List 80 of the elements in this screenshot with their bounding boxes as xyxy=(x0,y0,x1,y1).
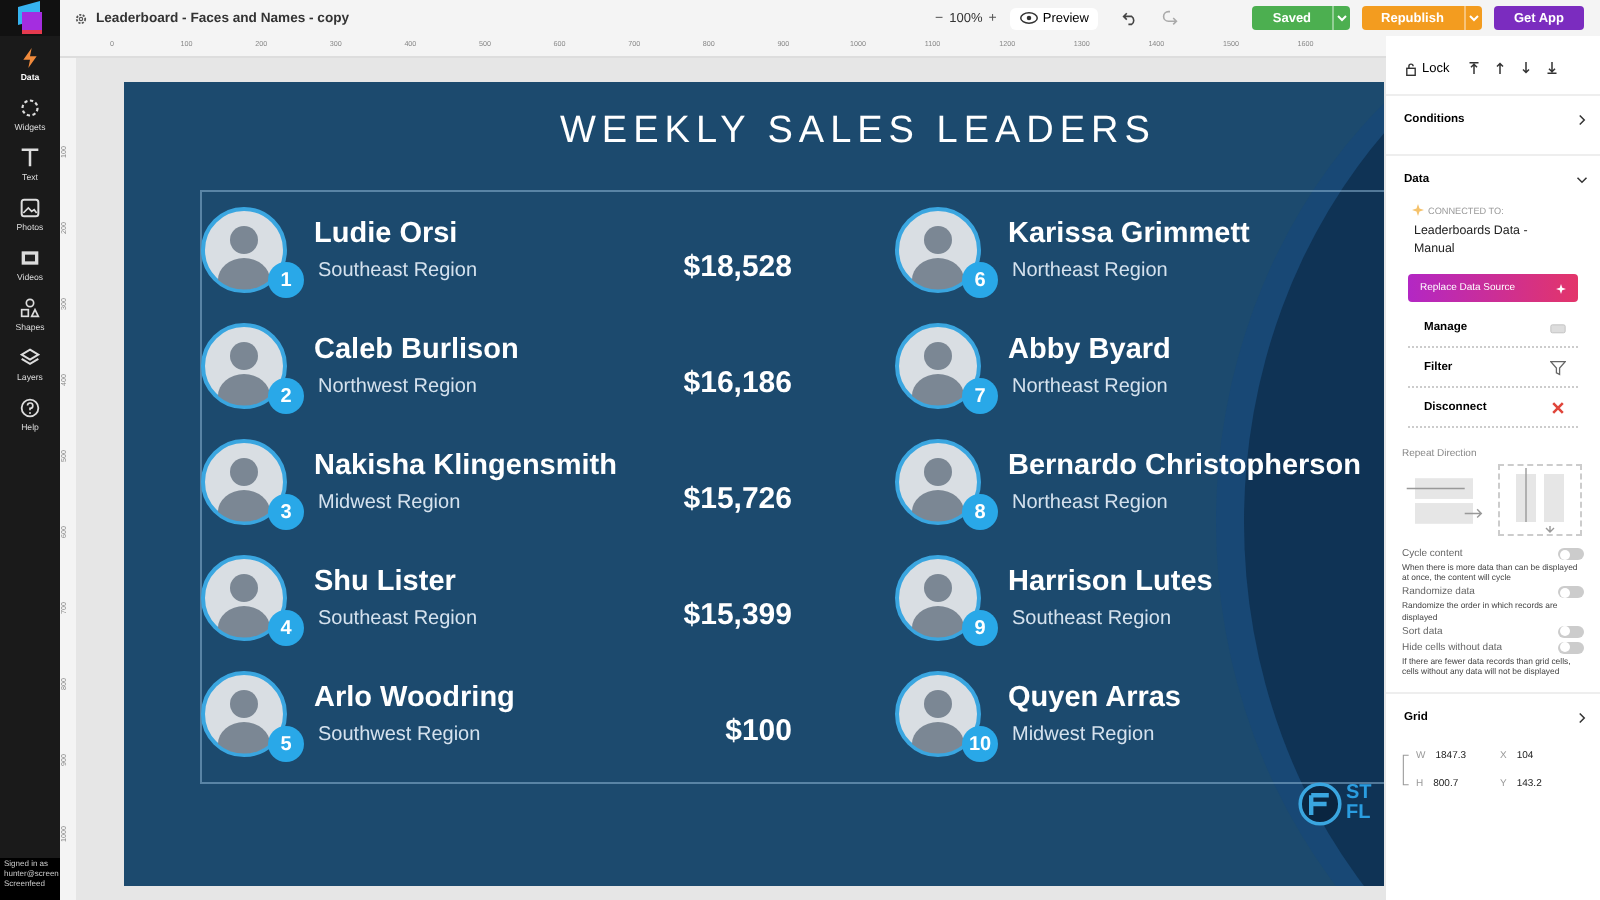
avatar-silhouette xyxy=(200,438,288,526)
avatar-silhouette xyxy=(894,438,982,526)
sparkle-icon xyxy=(1556,283,1566,293)
photos-icon xyxy=(20,198,40,218)
bring-to-front-icon[interactable] xyxy=(1467,62,1480,74)
help-icon xyxy=(20,398,40,418)
rank-badge: 4 xyxy=(268,610,304,646)
rank-badge: 3 xyxy=(268,494,304,530)
avatar-silhouette xyxy=(200,554,288,642)
toggle-switch[interactable] xyxy=(1558,548,1584,560)
region-label: Southeast Region xyxy=(318,608,478,630)
region-label: Northeast Region xyxy=(1012,492,1170,514)
rank-badge: 7 xyxy=(962,378,998,414)
sales-amount: $15,399 xyxy=(683,598,792,632)
videos-icon xyxy=(20,248,40,268)
vertical-repeat-drawing[interactable] xyxy=(1498,464,1582,536)
rank-badge: 8 xyxy=(962,494,998,530)
person-name: Quyen Arras xyxy=(1008,682,1181,714)
cross-icon xyxy=(1550,399,1566,415)
toggle-switch[interactable] xyxy=(1558,641,1584,654)
sales-amount: $16,186 xyxy=(683,366,792,400)
rank-badge: 9 xyxy=(962,610,998,646)
caret-icon[interactable] xyxy=(1331,6,1350,30)
aspect-lock-icon[interactable] xyxy=(1402,750,1410,791)
region-label: Northeast Region xyxy=(1012,260,1170,282)
logo-text: FL xyxy=(1346,804,1372,824)
avatar-silhouette xyxy=(200,206,288,294)
avatar-silhouette xyxy=(894,322,982,410)
rank-badge: 6 xyxy=(962,262,998,298)
person-name: Shu Lister xyxy=(314,566,458,598)
person-name: Harrison Lutes xyxy=(1008,566,1213,598)
person-name: Bernardo Christopherson xyxy=(1008,450,1361,482)
caret-icon[interactable] xyxy=(1463,6,1482,30)
chevron-icon xyxy=(1576,114,1588,126)
avatar-silhouette xyxy=(200,322,288,410)
person-name: Nakisha Klingensmith xyxy=(314,450,617,482)
chevron-icon xyxy=(1576,712,1588,725)
arrow-up-icon[interactable] xyxy=(1493,62,1506,74)
person-name: Karissa Grimmett xyxy=(1008,218,1250,250)
sales-amount: $18,528 xyxy=(683,250,792,284)
eye-icon xyxy=(1020,12,1039,24)
slide-title: WEEKLY SALES LEADERS xyxy=(560,110,1158,154)
region-label: Northwest Region xyxy=(318,376,479,398)
region-label: Midwest Region xyxy=(318,492,463,514)
text-icon xyxy=(20,148,40,168)
toggle-switch[interactable] xyxy=(1558,586,1584,599)
card-icon xyxy=(1550,319,1566,335)
avatar-silhouette xyxy=(894,206,982,294)
rank-badge: 10 xyxy=(962,726,998,762)
region-label: Northeast Region xyxy=(1012,376,1170,398)
region-label: Southeast Region xyxy=(1012,608,1174,630)
avatar-silhouette xyxy=(894,554,982,642)
chevron-icon xyxy=(1576,174,1588,186)
person-name: Arlo Woodring xyxy=(314,682,515,714)
region-label: Midwest Region xyxy=(1012,724,1157,746)
lock-icon xyxy=(1404,61,1418,75)
avatar-silhouette xyxy=(200,670,288,758)
brand-logo-icon xyxy=(1298,782,1342,826)
redo-icon[interactable] xyxy=(1162,10,1179,26)
toggle-switch[interactable] xyxy=(1558,625,1584,638)
sales-amount: $100 xyxy=(725,714,792,748)
data-icon xyxy=(20,48,40,68)
rank-badge: 1 xyxy=(268,262,304,298)
arrow-down-icon[interactable] xyxy=(1519,62,1532,74)
send-to-back-icon[interactable] xyxy=(1545,62,1558,74)
rank-badge: 2 xyxy=(268,378,304,414)
region-label: Southwest Region xyxy=(318,724,483,746)
funnel-icon xyxy=(1550,359,1566,375)
layers-icon xyxy=(20,348,40,368)
logo-text: ST xyxy=(1346,784,1372,804)
widgets-icon xyxy=(20,98,40,118)
region-label: Southeast Region xyxy=(318,260,478,282)
person-name: Ludie Orsi xyxy=(314,218,460,250)
person-name: Abby Byard xyxy=(1008,334,1171,366)
undo-icon[interactable] xyxy=(1122,10,1139,26)
person-name: Caleb Burlison xyxy=(314,334,519,366)
settings-icon[interactable] xyxy=(74,11,88,25)
sales-amount: $15,726 xyxy=(683,482,792,516)
shapes-icon xyxy=(20,298,40,318)
rank-badge: 5 xyxy=(268,726,304,762)
